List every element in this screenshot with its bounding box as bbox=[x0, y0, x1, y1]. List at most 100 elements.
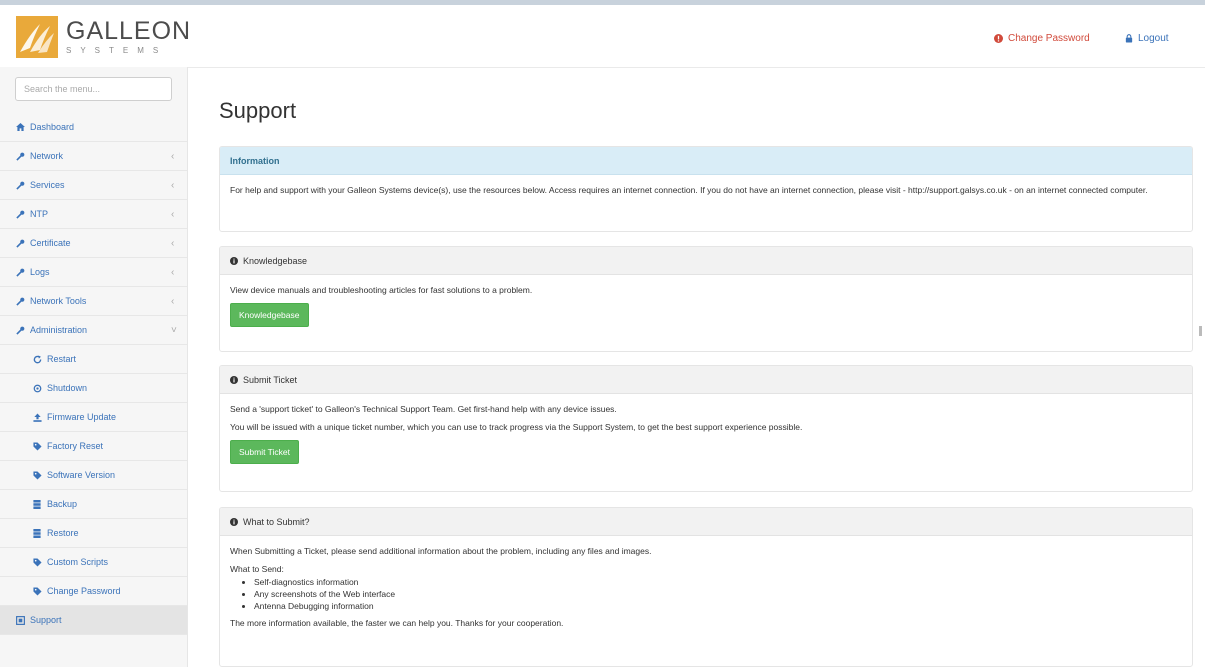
sidebar-item-custom-scripts[interactable]: Custom Scripts bbox=[0, 548, 187, 577]
menu-search-input[interactable] bbox=[15, 77, 172, 101]
sidebar-item-services[interactable]: Services ‹ bbox=[0, 171, 187, 200]
what-to-send-list: Self-diagnostics information Any screens… bbox=[230, 577, 1182, 612]
chevron-left-icon: ‹ bbox=[171, 179, 175, 191]
sidebar-item-label: Restore bbox=[47, 528, 79, 538]
chevron-left-icon: ‹ bbox=[171, 208, 175, 220]
wrench-icon bbox=[14, 268, 26, 277]
sidebar-item-label: Logs bbox=[30, 267, 50, 277]
what-to-submit-text-3: The more information available, the fast… bbox=[230, 618, 564, 628]
logo-subtitle: SYSTEMS bbox=[66, 45, 168, 55]
information-text: For help and support with your Galleon S… bbox=[230, 185, 1148, 195]
sidebar-item-factory-reset[interactable]: Factory Reset bbox=[0, 432, 187, 461]
information-panel: Information For help and support with yo… bbox=[219, 146, 1193, 232]
information-heading-label: Information bbox=[230, 155, 280, 166]
app-header: GALLEON SYSTEMS Change Password Logout bbox=[0, 5, 1205, 68]
list-item: Self-diagnostics information bbox=[254, 577, 1182, 588]
submit-ticket-button[interactable]: Submit Ticket bbox=[230, 440, 300, 464]
chevron-left-icon: ‹ bbox=[171, 237, 175, 249]
scrollbar-marker[interactable] bbox=[1199, 326, 1202, 336]
alert-circle-icon bbox=[994, 34, 1003, 43]
what-to-submit-heading-label: What to Submit? bbox=[243, 516, 310, 527]
power-icon bbox=[31, 384, 43, 393]
list-item: Any screenshots of the Web interface bbox=[254, 589, 1182, 600]
knowledgebase-panel-heading: Knowledgebase bbox=[220, 247, 1192, 275]
page-title: Support bbox=[219, 98, 297, 123]
what-to-submit-panel: What to Submit? When Submitting a Ticket… bbox=[219, 507, 1193, 667]
sidebar-item-restart[interactable]: Restart bbox=[0, 345, 187, 374]
wrench-icon bbox=[14, 326, 26, 335]
database-icon bbox=[31, 499, 43, 509]
sidebar-item-label: Network Tools bbox=[30, 296, 87, 306]
chevron-down-icon: ˅ bbox=[171, 324, 177, 336]
sidebar-item-label: Backup bbox=[47, 499, 78, 509]
logout-link[interactable]: Logout bbox=[1125, 33, 1169, 44]
change-password-label: Change Password bbox=[1008, 33, 1090, 44]
sidebar-item-firmware-update[interactable]: Firmware Update bbox=[0, 403, 187, 432]
sidebar-item-label: Factory Reset bbox=[47, 441, 104, 451]
sidebar-item-label: Software Version bbox=[47, 470, 116, 480]
tag-icon bbox=[31, 441, 43, 451]
sidebar-item-ntp[interactable]: NTP ‹ bbox=[0, 200, 187, 229]
logo-name: GALLEON bbox=[66, 16, 192, 45]
change-password-link[interactable]: Change Password bbox=[994, 33, 1090, 44]
sidebar-item-label: Shutdown bbox=[47, 383, 88, 393]
sidebar-item-label: Change Password bbox=[47, 586, 121, 596]
sidebar-item-label: Firmware Update bbox=[47, 412, 117, 422]
chevron-left-icon: ‹ bbox=[171, 266, 175, 278]
database-icon bbox=[31, 528, 43, 538]
wrench-icon bbox=[14, 297, 26, 306]
sidebar-item-support[interactable]: Support bbox=[0, 606, 187, 635]
wrench-icon bbox=[14, 239, 26, 248]
submit-ticket-text-1: Send a 'support ticket' to Galleon's Tec… bbox=[230, 404, 617, 414]
galleon-logo[interactable]: GALLEON SYSTEMS bbox=[16, 16, 191, 58]
sidebar-item-label: NTP bbox=[30, 209, 48, 219]
sidebar-item-label: Custom Scripts bbox=[47, 557, 109, 567]
submit-ticket-text-2: You will be issued with a unique ticket … bbox=[230, 422, 803, 432]
what-to-submit-text-1: When Submitting a Ticket, please send ad… bbox=[230, 546, 652, 556]
logout-label: Logout bbox=[1138, 33, 1169, 44]
sidebar-item-logs[interactable]: Logs ‹ bbox=[0, 258, 187, 287]
lock-icon bbox=[1125, 34, 1133, 43]
wrench-icon bbox=[14, 210, 26, 219]
sidebar-item-shutdown[interactable]: Shutdown bbox=[0, 374, 187, 403]
sidebar-item-label: Dashboard bbox=[30, 122, 75, 132]
support-icon bbox=[14, 615, 26, 625]
chevron-left-icon: ‹ bbox=[171, 295, 175, 307]
sidebar-item-restore[interactable]: Restore bbox=[0, 519, 187, 548]
sidebar-item-software-version[interactable]: Software Version bbox=[0, 461, 187, 490]
info-circle-icon bbox=[230, 256, 238, 265]
galleon-logo-mark-icon bbox=[16, 16, 58, 58]
sidebar-item-label: Network bbox=[30, 151, 64, 161]
sidebar-item-label: Support bbox=[30, 615, 62, 625]
sidebar-item-change-password[interactable]: Change Password bbox=[0, 577, 187, 606]
tag-icon bbox=[31, 470, 43, 480]
sidebar-item-dashboard[interactable]: Dashboard bbox=[0, 113, 187, 142]
list-item: Antenna Debugging information bbox=[254, 601, 1182, 612]
sidebar-item-backup[interactable]: Backup bbox=[0, 490, 187, 519]
submit-ticket-panel: Submit Ticket Send a 'support ticket' to… bbox=[219, 365, 1193, 492]
what-to-submit-panel-heading: What to Submit? bbox=[220, 508, 1192, 536]
info-circle-icon bbox=[230, 517, 238, 526]
tag-icon bbox=[31, 557, 43, 567]
knowledgebase-text: View device manuals and troubleshooting … bbox=[230, 285, 533, 295]
refresh-icon bbox=[31, 354, 43, 364]
home-icon bbox=[14, 123, 26, 131]
sidebar-item-label: Services bbox=[30, 180, 65, 190]
submit-ticket-panel-heading: Submit Ticket bbox=[220, 366, 1192, 394]
sidebar-item-certificate[interactable]: Certificate ‹ bbox=[0, 229, 187, 258]
sidebar-item-network-tools[interactable]: Network Tools ‹ bbox=[0, 287, 187, 316]
sidebar-item-label: Certificate bbox=[30, 238, 71, 248]
info-circle-icon bbox=[230, 375, 238, 384]
submit-ticket-heading-label: Submit Ticket bbox=[243, 374, 298, 385]
tag-icon bbox=[31, 586, 43, 596]
sidebar-item-label: Administration bbox=[30, 325, 88, 335]
knowledgebase-panel: Knowledgebase View device manuals and tr… bbox=[219, 246, 1193, 352]
knowledgebase-heading-label: Knowledgebase bbox=[243, 255, 308, 266]
sidebar-item-network[interactable]: Network ‹ bbox=[0, 142, 187, 171]
upload-icon bbox=[31, 412, 43, 422]
sidebar-item-administration[interactable]: Administration ˅ bbox=[0, 316, 187, 345]
wrench-icon bbox=[14, 181, 26, 190]
information-panel-heading: Information bbox=[220, 147, 1192, 175]
sidebar: Dashboard Network ‹ Services ‹ NTP ‹ Cer… bbox=[0, 67, 188, 667]
knowledgebase-button[interactable]: Knowledgebase bbox=[230, 303, 309, 327]
